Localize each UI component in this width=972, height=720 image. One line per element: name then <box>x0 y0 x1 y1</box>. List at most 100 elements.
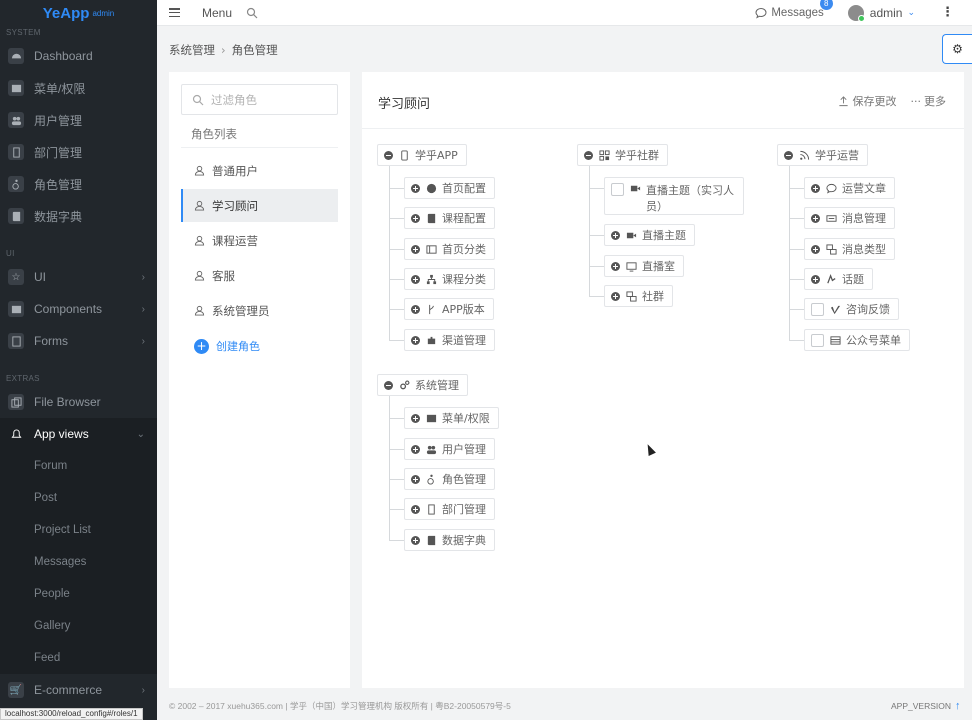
sidebar-item-ui[interactable]: ☆ UI › <box>0 261 157 293</box>
breadcrumb-parent[interactable]: 系统管理 <box>169 42 215 58</box>
expand-icon[interactable] <box>811 274 820 284</box>
role-item[interactable]: 课程运营 <box>181 224 338 257</box>
tree-node-child[interactable]: 直播主题（实习人员） <box>604 177 744 215</box>
tree-connector <box>389 449 404 450</box>
tree-connector <box>589 188 604 189</box>
collapse-icon[interactable] <box>384 150 393 160</box>
expand-icon[interactable] <box>411 274 420 284</box>
sidebar-item-label: 角色管理 <box>34 177 83 192</box>
tree-node-child[interactable]: 首页分类 <box>404 238 495 260</box>
sidebar-subitem-forum[interactable]: Forum <box>0 450 157 482</box>
tree-node-label: 咨询反馈 <box>846 303 890 316</box>
tree-node-child[interactable]: APP版本 <box>404 298 494 320</box>
expand-icon[interactable] <box>611 230 620 240</box>
sidebar-subitem-project-list[interactable]: Project List <box>0 514 157 546</box>
expand-icon[interactable] <box>411 183 420 193</box>
expand-icon[interactable] <box>411 213 420 223</box>
tree-connector <box>389 540 404 541</box>
hamburger-icon[interactable] <box>169 8 180 17</box>
sidebar-item-dashboard[interactable]: Dashboard <box>0 40 157 72</box>
tree-node-child[interactable]: 直播主题 <box>604 224 695 246</box>
tree-node-app[interactable]: 学乎APP <box>377 144 467 166</box>
tree-node-child[interactable]: 首页配置 <box>404 177 495 199</box>
tree-node-community[interactable]: 学乎社群 <box>577 144 668 166</box>
expand-icon[interactable] <box>411 304 420 314</box>
expand-icon[interactable] <box>411 413 420 423</box>
sidebar-subitem-people[interactable]: People <box>0 578 157 610</box>
expand-icon[interactable] <box>811 183 820 193</box>
menu-label[interactable]: Menu <box>202 6 232 20</box>
role-item[interactable]: 普通用户 <box>181 154 338 187</box>
role-item[interactable]: 客服 <box>181 259 338 292</box>
tree-node-child[interactable]: 渠道管理 <box>404 329 495 351</box>
create-role-button[interactable]: + 创建角色 <box>194 338 260 354</box>
sidebar-subitem-gallery[interactable]: Gallery <box>0 610 157 642</box>
sidebar-subitem-messages[interactable]: Messages <box>0 546 157 578</box>
tree-node-child[interactable]: 运营文章 <box>804 177 895 199</box>
search-icon[interactable] <box>246 7 258 19</box>
browser-status-bar: localhost:3000/reload_config#/roles/1 <box>0 708 143 720</box>
checkbox[interactable] <box>811 302 824 316</box>
expand-icon[interactable] <box>411 335 420 345</box>
save-button[interactable]: 保存更改 <box>838 93 897 109</box>
tree-node-child[interactable]: 社群 <box>604 285 673 307</box>
sidebar-item-label: File Browser <box>34 395 101 409</box>
tree-node-label: 首页分类 <box>442 243 486 256</box>
checkbox[interactable] <box>611 183 624 196</box>
tree-node-child[interactable]: 课程配置 <box>404 207 495 229</box>
messages-button[interactable]: Messages 8 <box>755 0 833 19</box>
expand-icon[interactable] <box>811 244 820 254</box>
brand[interactable]: YeApp admin <box>0 0 157 26</box>
checkbox[interactable] <box>811 333 824 347</box>
expand-icon[interactable] <box>611 291 620 301</box>
expand-icon[interactable] <box>411 474 420 484</box>
sidebar-item-roles[interactable]: 角色管理 <box>0 168 157 200</box>
settings-button[interactable]: ⚙ <box>942 34 972 64</box>
sidebar-item-menu-permission[interactable]: 菜单/权限 <box>0 72 157 104</box>
tree-node-child[interactable]: 数据字典 <box>404 529 495 551</box>
expand-icon[interactable] <box>411 504 420 514</box>
tree-node-child[interactable]: 课程分类 <box>404 268 495 290</box>
sidebar-subitem-post[interactable]: Post <box>0 482 157 514</box>
arrow-up-icon[interactable]: ↑ <box>955 700 961 712</box>
tree-node-child[interactable]: 部门管理 <box>404 498 495 520</box>
sidebar-subitem-feed[interactable]: Feed <box>0 642 157 674</box>
expand-icon[interactable] <box>611 261 620 271</box>
role-search-input[interactable] <box>211 92 331 107</box>
sidebar-item-users[interactable]: 用户管理 <box>0 104 157 136</box>
tree-node-child[interactable]: 公众号菜单 <box>804 329 910 351</box>
expand-icon[interactable] <box>411 535 420 545</box>
sidebar-item-file-browser[interactable]: File Browser <box>0 386 157 418</box>
tree-node-child[interactable]: 菜单/权限 <box>404 407 499 429</box>
expand-icon[interactable] <box>411 444 420 454</box>
role-item[interactable]: 系统管理员 <box>181 294 338 327</box>
tree-node-child[interactable]: 消息类型 <box>804 238 895 260</box>
more-button[interactable]: ··· 更多 <box>911 93 947 109</box>
tree-node-child[interactable]: 用户管理 <box>404 438 495 460</box>
tree-node-ops[interactable]: 学乎运营 <box>777 144 868 166</box>
tree-node-child[interactable]: 咨询反馈 <box>804 298 899 320</box>
chevron-right-icon: › <box>141 303 145 315</box>
tree-node-system[interactable]: 系统管理 <box>377 374 468 396</box>
role-search[interactable] <box>181 84 338 115</box>
role-item-active[interactable]: 学习顾问 <box>181 189 338 222</box>
user-menu[interactable]: admin ⌄ <box>847 4 915 22</box>
sidebar-item-components[interactable]: Components › <box>0 293 157 325</box>
expand-icon[interactable] <box>411 244 420 254</box>
sidebar-item-departments[interactable]: 部门管理 <box>0 136 157 168</box>
sidebar-item-ecommerce[interactable]: 🛒 E-commerce › <box>0 674 157 706</box>
tree-node-child[interactable]: 直播室 <box>604 255 684 277</box>
tree-node-child[interactable]: 消息管理 <box>804 207 895 229</box>
collapse-icon[interactable] <box>584 150 593 160</box>
sidebar-item-dictionary[interactable]: 数据字典 <box>0 200 157 232</box>
more-vertical-icon[interactable]: ⋮ <box>941 5 954 20</box>
tree-node-child[interactable]: 角色管理 <box>404 468 495 490</box>
expand-icon[interactable] <box>811 213 820 223</box>
tree-node-child[interactable]: 话题 <box>804 268 873 290</box>
tree-connector <box>389 279 404 280</box>
collapse-icon[interactable] <box>784 150 793 160</box>
sidebar-item-forms[interactable]: Forms › <box>0 325 157 357</box>
collapse-icon[interactable] <box>384 380 393 390</box>
sidebar-item-app-views[interactable]: App views ⌄ <box>0 418 157 450</box>
tree-connector <box>789 218 804 219</box>
